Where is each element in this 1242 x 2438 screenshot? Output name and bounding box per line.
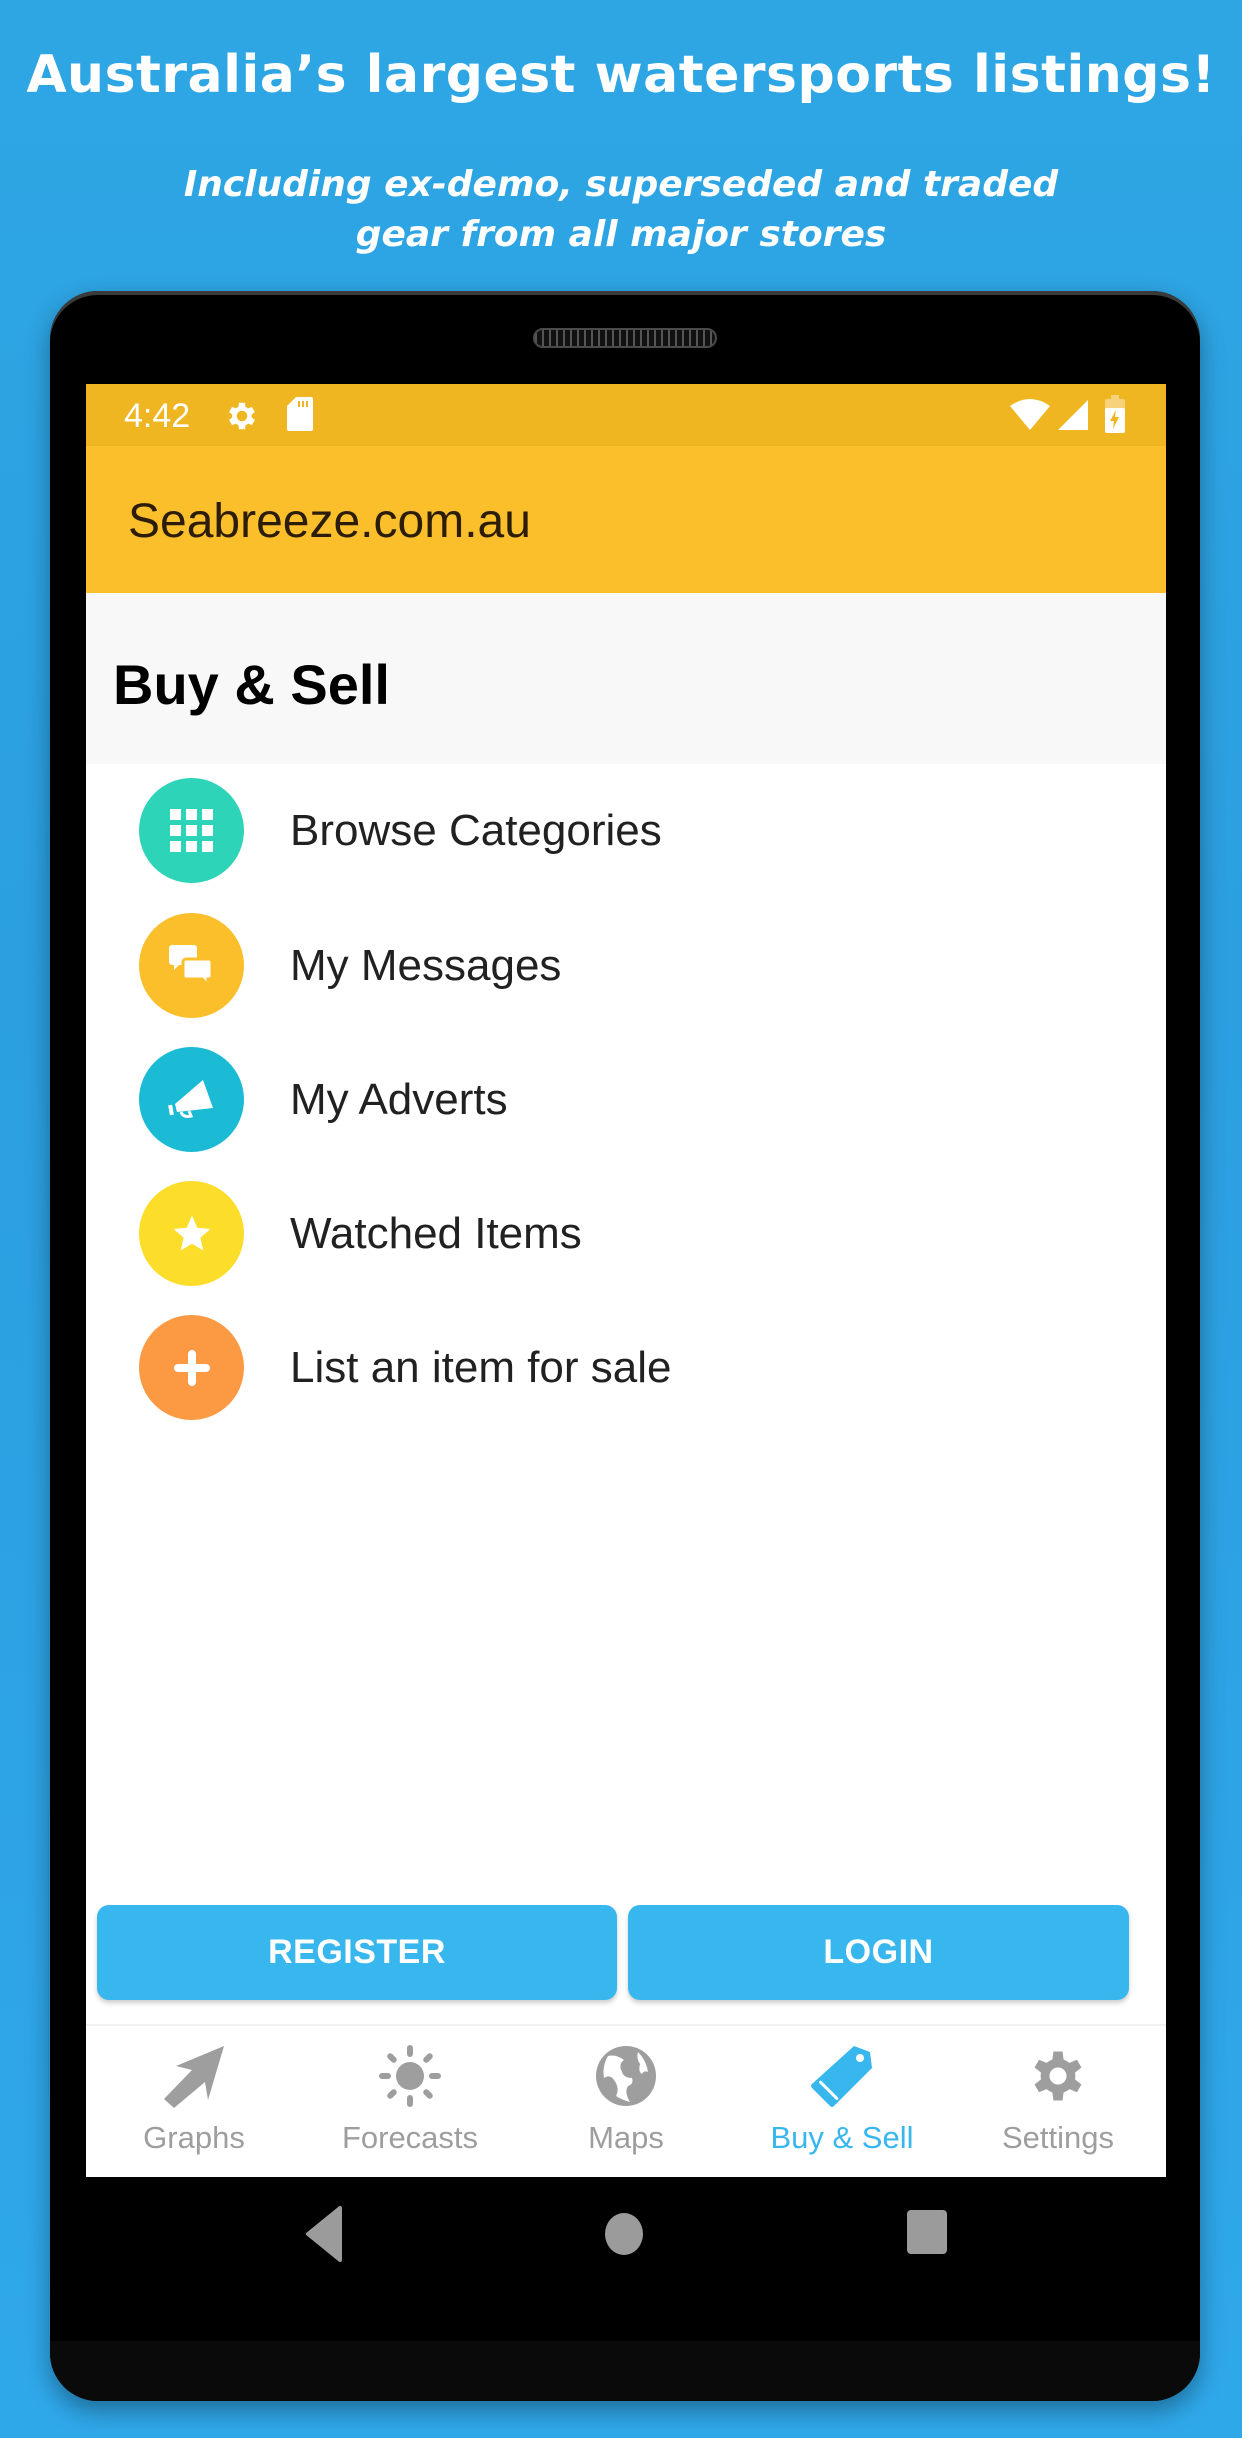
tab-graphs[interactable]: Graphs <box>86 2026 302 2177</box>
phone-chin <box>50 2341 1200 2401</box>
recents-button[interactable] <box>905 2208 949 2256</box>
cellular-signal-icon <box>1058 400 1088 430</box>
wifi-icon <box>1010 399 1050 430</box>
menu-item-label: Browse Categories <box>290 806 662 855</box>
bottom-navigation: Graphs Forecasts Maps Buy & Sell Setting… <box>86 2024 1166 2177</box>
my-messages-icon-circle <box>139 913 244 1018</box>
gear-icon <box>1034 2051 1082 2101</box>
tab-maps[interactable]: Maps <box>518 2026 734 2177</box>
tab-label: Buy & Sell <box>770 2120 914 2155</box>
tab-label: Settings <box>1001 2120 1114 2155</box>
menu-item-label: List an item for sale <box>290 1343 672 1392</box>
promo-headline: Australia’s largest watersports listings… <box>26 45 1216 105</box>
tab-forecasts[interactable]: Forecasts <box>302 2026 518 2177</box>
back-button[interactable] <box>302 2204 350 2264</box>
menu-item-my-messages[interactable]: My Messages <box>86 899 1166 1033</box>
home-circle-icon <box>605 2213 643 2255</box>
settings-gear-icon <box>229 402 255 430</box>
megaphone-icon <box>167 1079 213 1118</box>
my-adverts-icon-circle <box>139 1047 244 1152</box>
speaker-grille <box>533 328 717 348</box>
menu-item-label: My Adverts <box>290 1075 508 1124</box>
tab-settings[interactable]: Settings <box>950 2026 1166 2177</box>
tab-buy-sell[interactable]: Buy & Sell <box>734 2026 950 2177</box>
chat-bubbles-icon <box>168 944 213 989</box>
tab-label: Graphs <box>143 2120 245 2155</box>
promo-subtitle: Including ex-demo, superseded and traded… <box>0 160 1242 260</box>
login-button[interactable]: LOGIN <box>628 1905 1129 2000</box>
status-bar: 4:42 <box>86 384 1166 446</box>
menu-item-browse-categories[interactable]: Browse Categories <box>86 764 1166 898</box>
register-button[interactable]: REGISTER <box>97 1905 617 2000</box>
arrow-icon <box>164 2046 224 2108</box>
recents-square-icon <box>907 2210 947 2254</box>
menu-item-label: Watched Items <box>290 1209 582 1258</box>
promo-subtitle-line-2: gear from all major stores <box>355 214 887 255</box>
system-navigation-bar <box>50 2184 1200 2294</box>
home-button[interactable] <box>602 2209 646 2259</box>
menu-item-label: My Messages <box>290 941 562 990</box>
menu-item-watched-items[interactable]: Watched Items <box>86 1167 1166 1301</box>
battery-charging-icon <box>1105 395 1125 433</box>
app-title: Seabreeze.com.au <box>128 495 531 548</box>
app-screen: 4:42 Seabreeze.com.au Buy & Sell Browse … <box>86 384 1166 2177</box>
browse-categories-icon-circle <box>139 778 244 883</box>
list-item-icon-circle <box>139 1315 244 1420</box>
back-triangle-icon <box>306 2206 342 2262</box>
promo-subtitle-line-1: Including ex-demo, superseded and traded <box>183 164 1059 205</box>
star-icon <box>173 1215 210 1250</box>
tab-label: Forecasts <box>341 2120 479 2155</box>
globe-icon <box>596 2046 656 2106</box>
page-title: Buy & Sell <box>113 653 390 716</box>
tab-label: Maps <box>588 2120 664 2155</box>
plus-icon <box>173 1349 210 1386</box>
menu-item-my-adverts[interactable]: My Adverts <box>86 1033 1166 1167</box>
sun-icon <box>379 2045 441 2107</box>
section-header: Buy & Sell <box>86 593 1166 764</box>
tag-icon <box>811 2046 872 2107</box>
menu-item-list-item-for-sale[interactable]: List an item for sale <box>86 1301 1166 1435</box>
watched-items-icon-circle <box>139 1181 244 1286</box>
app-bar: Seabreeze.com.au <box>86 446 1166 593</box>
grid-icon <box>169 808 213 852</box>
sd-card-icon <box>287 397 313 431</box>
status-time: 4:42 <box>124 397 191 435</box>
